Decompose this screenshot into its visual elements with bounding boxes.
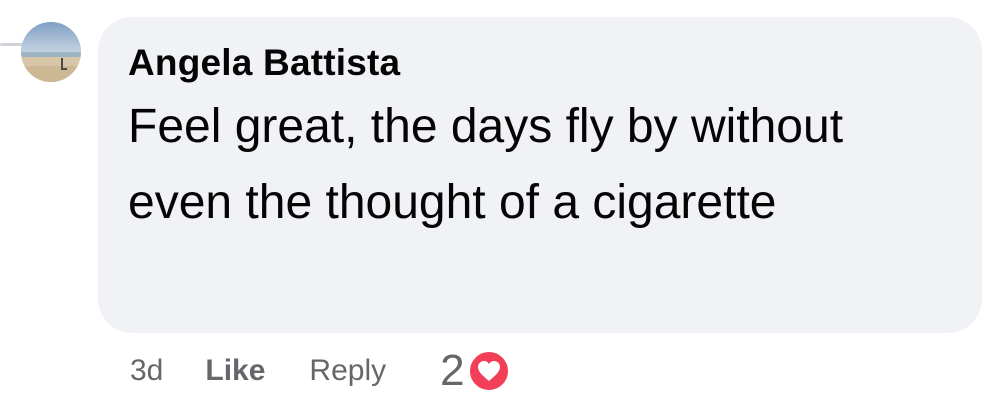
comment-actions: 3d Like Reply 2 [130, 346, 511, 396]
reaction-summary[interactable]: 2 [440, 346, 511, 396]
thread-connector-line [0, 43, 24, 46]
avatar[interactable] [21, 22, 81, 82]
reaction-count: 2 [440, 346, 465, 395]
comment-author[interactable]: Angela Battista [128, 41, 952, 85]
comment-timestamp[interactable]: 3d [130, 354, 163, 388]
comment-text: Feel great, the days fly by without even… [128, 100, 844, 229]
avatar-beach-photo [21, 22, 81, 82]
heart-icon [466, 349, 511, 393]
reply-button[interactable]: Reply [309, 354, 386, 388]
comment-bubble: Angela Battista Feel great, the days fly… [98, 17, 982, 333]
like-button[interactable]: Like [205, 354, 265, 388]
